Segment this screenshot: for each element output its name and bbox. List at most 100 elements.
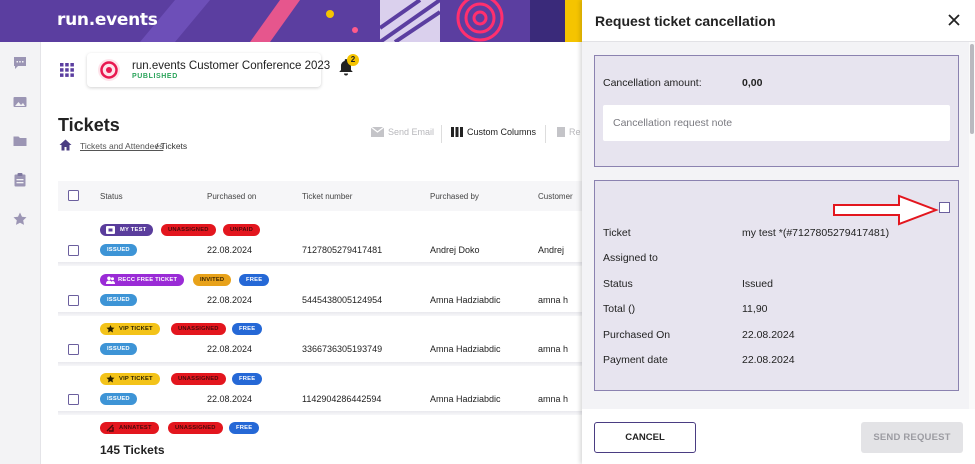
star-icon bbox=[106, 375, 115, 383]
customer-cell: amna h bbox=[538, 344, 569, 354]
row-checkbox[interactable] bbox=[68, 295, 79, 306]
truncated-toolbar-icon bbox=[557, 127, 565, 137]
mail-icon bbox=[371, 127, 384, 137]
assignment-badge: INVITED bbox=[193, 274, 232, 286]
ticket-details-box: Ticket my test *(#7127805279417481) Assi… bbox=[594, 180, 959, 391]
row-checkbox[interactable] bbox=[68, 245, 79, 256]
ticket-type-label: VIP TICKET bbox=[119, 326, 153, 332]
payment-badge: UNPAID bbox=[223, 224, 260, 236]
assignment-badge: UNASSIGNED bbox=[168, 422, 223, 434]
chat-icon[interactable] bbox=[12, 55, 28, 71]
ticket-type-label: MY TEST bbox=[120, 227, 147, 233]
cancellation-amount-value: 0,00 bbox=[742, 77, 763, 89]
detail-value: 22.08.2024 bbox=[742, 329, 795, 341]
home-icon[interactable] bbox=[59, 139, 72, 151]
ticket-number-cell[interactable]: 5445438005124954 bbox=[302, 295, 382, 305]
assignment-badge: UNASSIGNED bbox=[171, 323, 226, 335]
ticket-type-label: RECC FREE TICKET bbox=[118, 277, 178, 283]
purchased-on-cell: 22.08.2024 bbox=[207, 394, 253, 404]
folder-icon[interactable] bbox=[12, 133, 28, 149]
ticket-type-label: ANNATEST bbox=[119, 425, 152, 431]
truncated-toolbar-button[interactable]: Re bbox=[557, 127, 581, 137]
ticket-type-badge: MY TEST bbox=[100, 224, 154, 236]
ticket-type-badge: VIP TICKET bbox=[100, 323, 160, 335]
status-badge: ISSUED bbox=[100, 294, 137, 306]
detail-value: 11,90 bbox=[742, 303, 768, 315]
column-header-status[interactable]: Status bbox=[100, 192, 123, 201]
ticket-type-badge: VIP TICKET bbox=[100, 373, 160, 385]
custom-columns-button[interactable]: Custom Columns bbox=[451, 127, 536, 137]
event-status-badge: PUBLISHED bbox=[132, 73, 178, 80]
detail-value: 22.08.2024 bbox=[742, 354, 795, 366]
row-checkbox[interactable] bbox=[68, 344, 79, 355]
row-divider bbox=[58, 262, 582, 266]
send-email-button[interactable]: Send Email bbox=[371, 127, 434, 137]
ticket-type-badge: RECC FREE TICKET bbox=[100, 274, 185, 286]
detail-label: Payment date bbox=[603, 354, 668, 366]
ticket-icon bbox=[106, 424, 115, 432]
toolbar-divider bbox=[545, 125, 546, 143]
left-rail bbox=[0, 42, 41, 464]
purchased-on-cell: 22.08.2024 bbox=[207, 295, 253, 305]
cancellation-panel: Request ticket cancellation Cancellation… bbox=[582, 0, 975, 464]
cancellation-amount-box: Cancellation amount: 0,00 bbox=[594, 55, 959, 167]
star-icon[interactable] bbox=[12, 211, 28, 227]
app-logo[interactable]: run.events bbox=[57, 10, 158, 30]
detail-value: my test *(#7127805279417481) bbox=[742, 227, 890, 239]
column-header-purchased-by[interactable]: Purchased by bbox=[430, 192, 479, 201]
ticket-total-count: 145 Tickets bbox=[100, 443, 165, 457]
breadcrumb-link-tickets-and-attendees[interactable]: Tickets and Attendees bbox=[80, 141, 163, 151]
column-header-ticket-number[interactable]: Ticket number bbox=[302, 192, 352, 201]
red-arrow-annotation bbox=[833, 194, 939, 226]
purchased-by-cell: Amna Hadziabdic bbox=[430, 394, 501, 404]
custom-columns-label: Custom Columns bbox=[467, 127, 537, 137]
status-badge: ISSUED bbox=[100, 343, 137, 355]
column-header-purchased-on[interactable]: Purchased on bbox=[207, 192, 256, 201]
close-icon[interactable] bbox=[948, 14, 960, 26]
ticket-type-badge: ANNATEST bbox=[100, 422, 159, 434]
column-header-customer[interactable]: Customer bbox=[538, 192, 573, 201]
price-badge: FREE bbox=[239, 274, 270, 286]
ticket-type-label: VIP TICKET bbox=[119, 376, 153, 382]
ticket-number-cell[interactable]: 3366736305193749 bbox=[302, 344, 382, 354]
ticket-number-cell[interactable]: 1142904286442594 bbox=[302, 394, 381, 404]
ticket-icon bbox=[106, 226, 115, 234]
scrollbar-thumb[interactable] bbox=[970, 44, 974, 134]
ticket-select-checkbox[interactable] bbox=[939, 202, 950, 213]
purchased-by-cell: Amna Hadziabdic bbox=[430, 295, 501, 305]
price-badge: FREE bbox=[232, 373, 263, 385]
price-badge: FREE bbox=[232, 323, 263, 335]
event-logo-icon bbox=[98, 59, 120, 81]
panel-title: Request ticket cancellation bbox=[595, 13, 776, 29]
row-divider bbox=[58, 411, 582, 415]
image-icon[interactable] bbox=[12, 94, 28, 110]
apps-grid-icon[interactable] bbox=[60, 63, 74, 77]
clipboard-icon[interactable] bbox=[12, 172, 28, 188]
detail-label: Purchased On bbox=[603, 329, 671, 341]
assignment-badge: UNASSIGNED bbox=[161, 224, 216, 236]
row-divider bbox=[58, 312, 582, 316]
panel-body: Cancellation amount: 0,00 Ticket my test… bbox=[582, 42, 969, 409]
cancellation-note-input[interactable] bbox=[603, 105, 950, 141]
customer-cell: Andrej bbox=[538, 245, 565, 255]
purchased-by-cell: Amna Hadziabdic bbox=[430, 344, 501, 354]
cancel-button[interactable]: CANCEL bbox=[594, 422, 696, 453]
detail-label: Status bbox=[603, 278, 633, 290]
ticket-number-cell[interactable]: 7127805279417481 bbox=[302, 245, 382, 255]
toolbar-divider bbox=[441, 125, 442, 143]
status-badge: ISSUED bbox=[100, 244, 137, 256]
users-icon bbox=[106, 276, 115, 284]
send-email-label: Send Email bbox=[388, 127, 435, 137]
status-badge: ISSUED bbox=[100, 393, 137, 405]
event-selector[interactable]: run.events Customer Conference 2023 PUBL… bbox=[87, 53, 330, 87]
panel-scrollbar[interactable] bbox=[969, 42, 975, 409]
notification-count-badge: 2 bbox=[347, 54, 359, 66]
purchased-by-cell: Andrej Doko bbox=[430, 245, 480, 255]
send-request-button[interactable]: SEND REQUEST bbox=[861, 422, 963, 453]
customer-cell: amna h bbox=[538, 394, 569, 404]
row-checkbox[interactable] bbox=[68, 394, 79, 405]
detail-value: Issued bbox=[742, 278, 773, 290]
page-title: Tickets bbox=[58, 115, 120, 135]
panel-header: Request ticket cancellation bbox=[582, 0, 975, 42]
select-all-checkbox[interactable] bbox=[68, 190, 79, 201]
